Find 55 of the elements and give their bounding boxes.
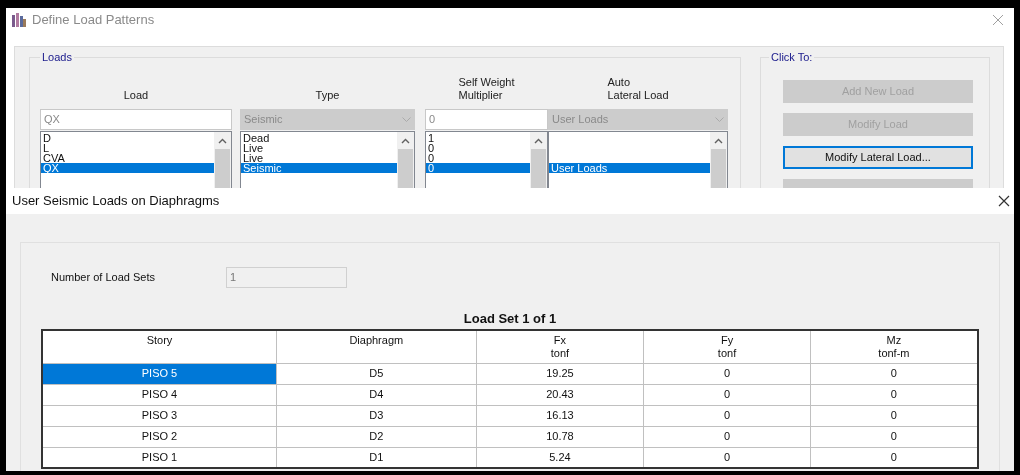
- table-cell[interactable]: 0: [643, 363, 811, 384]
- list-item[interactable]: 0: [426, 153, 530, 163]
- scrollbar-thumb[interactable]: [215, 149, 230, 190]
- app-icon: [12, 13, 26, 27]
- column-header: Story: [42, 330, 277, 363]
- list-item[interactable]: User Loads: [549, 163, 710, 173]
- table-cell[interactable]: D2: [276, 426, 477, 447]
- column-header: Self Weight Multiplier: [457, 75, 516, 102]
- load-sets-field[interactable]: 1: [226, 267, 347, 288]
- list-box[interactable]: Dead Live Live Seismic: [240, 131, 415, 190]
- table-cell[interactable]: 16.13: [476, 405, 644, 426]
- column-header: Auto Lateral Load: [606, 75, 670, 102]
- table-title: Load Set 1 of 1: [463, 310, 557, 328]
- table-cell[interactable]: PISO 4: [42, 384, 277, 405]
- column-header: Type: [314, 88, 341, 102]
- table-cell[interactable]: 0: [643, 426, 811, 447]
- window-title: Define Load Patterns: [32, 11, 155, 30]
- list-item[interactable]: CVA: [41, 153, 214, 163]
- list-item[interactable]: Live: [241, 143, 397, 153]
- list-item[interactable]: QX: [41, 163, 214, 173]
- table-cell[interactable]: 0: [643, 384, 811, 405]
- list-item[interactable]: L: [41, 143, 214, 153]
- list-box[interactable]: 1 0 0 0: [425, 131, 548, 190]
- multiplier-field[interactable]: 0: [425, 109, 548, 130]
- list-item[interactable]: 1: [426, 133, 530, 143]
- close-icon[interactable]: [998, 195, 1010, 207]
- list-item[interactable]: Dead: [241, 133, 397, 143]
- table-cell[interactable]: D5: [276, 363, 477, 384]
- list-item[interactable]: 0: [426, 143, 530, 153]
- list-item[interactable]: 0: [426, 163, 530, 173]
- table-cell[interactable]: PISO 3: [42, 405, 277, 426]
- list-item[interactable]: Live: [241, 153, 397, 163]
- list-box[interactable]: D L CVA QX: [40, 131, 232, 190]
- load-name-field[interactable]: QX: [40, 109, 232, 130]
- column-header: Diaphragm: [276, 330, 477, 363]
- dialog-title: User Seismic Loads on Diaphragms: [12, 192, 220, 211]
- column-header: Fy tonf: [643, 330, 811, 363]
- table-cell[interactable]: D3: [276, 405, 477, 426]
- list-item[interactable]: D: [41, 133, 214, 143]
- scrollbar-thumb[interactable]: [531, 149, 546, 190]
- column-header: Load: [122, 88, 150, 102]
- table-cell[interactable]: D4: [276, 384, 477, 405]
- table-cell[interactable]: 0: [643, 405, 811, 426]
- table-cell[interactable]: PISO 2: [42, 426, 277, 447]
- table-cell[interactable]: 20.43: [476, 384, 644, 405]
- list-box[interactable]: User Loads: [548, 131, 728, 190]
- table-cell[interactable]: 10.78: [476, 426, 644, 447]
- column-header: Fx tonf: [476, 330, 644, 363]
- scrollbar-thumb[interactable]: [398, 149, 413, 190]
- field-label: Number of Load Sets: [51, 270, 156, 286]
- action-button[interactable]: Modify Lateral Load...: [783, 146, 973, 169]
- list-item[interactable]: Seismic: [241, 163, 397, 173]
- scrollbar-thumb[interactable]: [711, 149, 726, 190]
- table-cell[interactable]: 19.25: [476, 363, 644, 384]
- table-cell[interactable]: PISO 5: [42, 363, 277, 384]
